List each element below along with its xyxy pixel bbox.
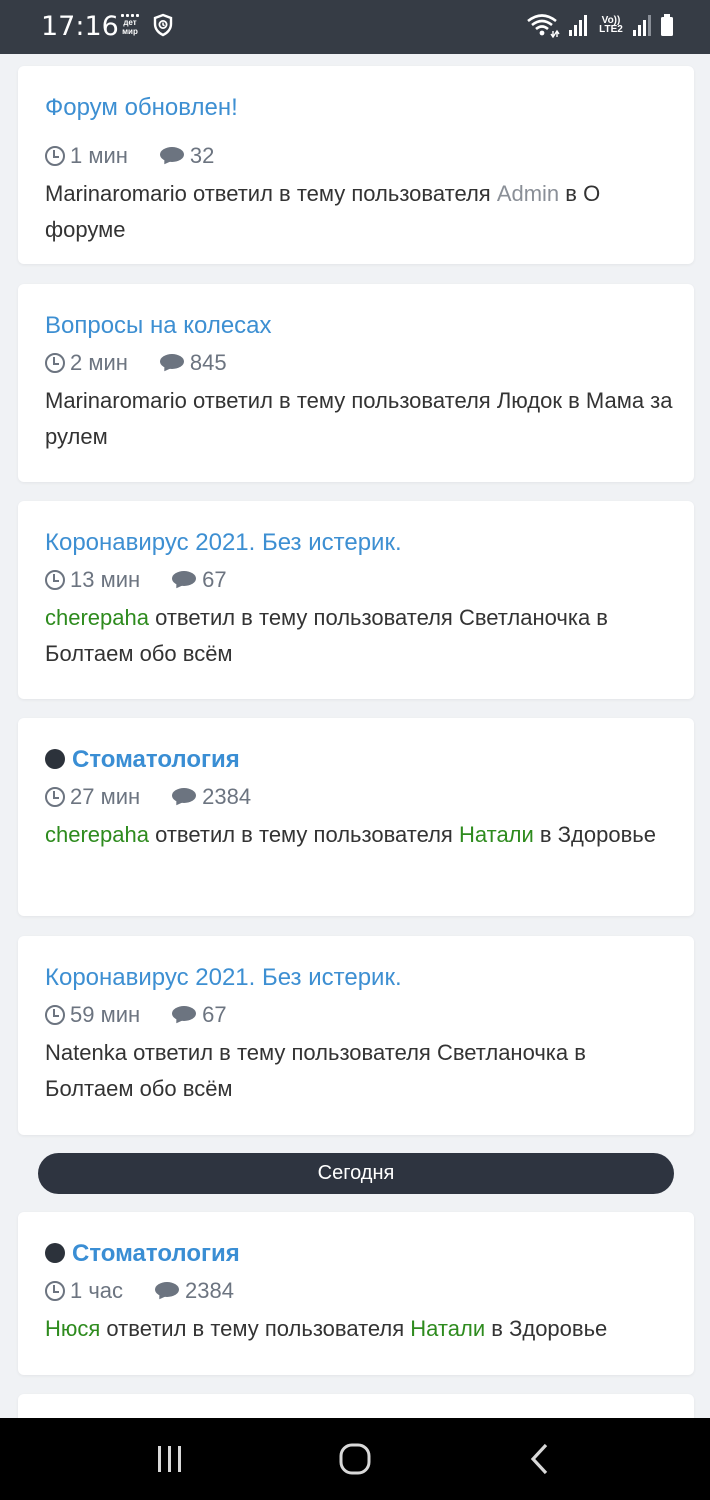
- action-text: ответил в тему пользователя: [148, 605, 459, 630]
- time-ago: 2 мин: [70, 350, 128, 375]
- topic-title-link[interactable]: Стоматология: [45, 746, 240, 774]
- list-item[interactable]: Стоматология 1 час 2384 Нюся ответил в т…: [18, 1212, 694, 1375]
- comment-count: 67: [202, 1002, 227, 1027]
- back-icon: [530, 1443, 548, 1475]
- pinned-dot-icon: [45, 749, 65, 769]
- author-link[interactable]: Marinaromario: [45, 388, 187, 413]
- activity-description: Natenka ответил в тему пользователя Свет…: [45, 1035, 675, 1107]
- in-text: в: [561, 388, 586, 413]
- time-ago: 1 мин: [70, 143, 128, 168]
- wifi-icon: [527, 14, 560, 38]
- carrier-badge-line2: мир: [122, 27, 138, 36]
- recent-apps-icon: [158, 1446, 181, 1472]
- author-link[interactable]: Marinaromario: [45, 181, 187, 206]
- home-icon: [339, 1443, 371, 1475]
- clock-icon: [45, 146, 65, 166]
- list-item[interactable]: [18, 1394, 694, 1418]
- topic-user-link[interactable]: Светланочка: [459, 605, 590, 630]
- comment-icon: [172, 788, 197, 806]
- activity-description: Marinaromario ответил в тему пользовател…: [45, 383, 675, 455]
- clock-icon: [45, 570, 65, 590]
- author-link[interactable]: Нюся: [45, 1316, 100, 1341]
- status-bar: 17:16 дет мир Vo)) LTE2: [0, 0, 710, 54]
- in-text: в: [559, 181, 584, 206]
- author-link[interactable]: Natenka: [45, 1040, 127, 1065]
- topic-user-link[interactable]: Натали: [459, 822, 534, 847]
- forum-link[interactable]: Здоровье: [558, 822, 656, 847]
- comment-icon: [159, 147, 184, 165]
- topic-user-link[interactable]: Admin: [497, 181, 559, 206]
- clock-icon: [45, 1281, 65, 1301]
- clock-icon: [45, 787, 65, 807]
- comment-count: 2384: [202, 784, 252, 809]
- topic-title-link[interactable]: Стоматология: [45, 1240, 240, 1268]
- pinned-dot-icon: [45, 1243, 65, 1263]
- action-text: ответил в тему пользователя: [100, 1316, 411, 1341]
- author-link[interactable]: cherepaha: [45, 822, 149, 847]
- in-text: в: [485, 1316, 510, 1341]
- topic-user-link[interactable]: Светланочка: [437, 1040, 568, 1065]
- action-text: ответил в тему пользователя: [126, 1040, 437, 1065]
- date-divider: Сегодня: [38, 1153, 674, 1194]
- topic-title-link[interactable]: Коронавирус 2021. Без истерик.: [45, 964, 402, 992]
- forum-link[interactable]: Болтаем обо всём: [45, 1076, 233, 1101]
- status-time: 17:16: [41, 11, 119, 42]
- topic-user-link[interactable]: Людок: [497, 388, 562, 413]
- clock-icon: [45, 1005, 65, 1025]
- recent-apps-button[interactable]: [120, 1418, 220, 1500]
- comment-count: 2384: [185, 1278, 234, 1303]
- topic-title-link[interactable]: Коронавирус 2021. Без истерик.: [45, 529, 402, 557]
- author-link[interactable]: cherepaha: [45, 605, 149, 630]
- activity-feed[interactable]: Форум обновлен! 1 мин 32 Marinaromario о…: [0, 54, 710, 1418]
- list-item[interactable]: Коронавирус 2021. Без истерик. 13 мин 67…: [18, 501, 694, 699]
- time-ago: 1 час: [70, 1278, 124, 1303]
- in-text: в: [590, 605, 608, 630]
- forum-link[interactable]: Здоровье: [509, 1316, 607, 1341]
- shield-icon: [153, 13, 173, 37]
- network-label-line2: LTE2: [599, 24, 623, 35]
- list-item[interactable]: Вопросы на колесах 2 мин 845 Marinaromar…: [18, 284, 694, 482]
- activity-description: cherepaha ответил в тему пользователя На…: [45, 817, 675, 853]
- list-item[interactable]: Форум обновлен! 1 мин 32 Marinaromario о…: [18, 66, 694, 264]
- comment-icon: [172, 571, 197, 589]
- topic-title-text: Стоматология: [72, 746, 240, 773]
- activity-description: cherepaha ответил в тему пользователя Св…: [45, 600, 675, 672]
- topic-user-link[interactable]: Натали: [410, 1316, 485, 1341]
- comment-count: 32: [189, 143, 215, 168]
- clock-icon: [45, 353, 65, 373]
- activity-description: Marinaromario ответил в тему пользовател…: [45, 176, 675, 248]
- time-ago: 13 мин: [70, 567, 141, 592]
- topic-title-text: Стоматология: [72, 1240, 240, 1267]
- comment-icon: [155, 1282, 180, 1300]
- comment-icon: [159, 354, 184, 372]
- action-text: ответил в тему пользователя: [186, 388, 497, 413]
- action-text: ответил в тему пользователя: [148, 822, 459, 847]
- topic-title-link[interactable]: Форум обновлен!: [45, 94, 238, 122]
- list-item[interactable]: Стоматология 27 мин 2384 cherepaha ответ…: [18, 718, 694, 916]
- comment-count: 67: [202, 567, 227, 592]
- network-label: Vo)) LTE2: [598, 16, 624, 35]
- comment-count: 845: [189, 350, 227, 375]
- carrier-badge-line1: дет: [123, 18, 137, 27]
- in-text: в: [568, 1040, 586, 1065]
- action-text: ответил в тему пользователя: [186, 181, 497, 206]
- activity-description: Нюся ответил в тему пользователя Натали …: [45, 1311, 675, 1347]
- battery-icon: [661, 14, 673, 36]
- topic-title-link[interactable]: Вопросы на колесах: [45, 312, 272, 340]
- signal-icon-2: [633, 15, 651, 36]
- carrier-badge-icon: дет мир: [118, 14, 142, 36]
- in-text: в: [533, 822, 558, 847]
- forum-link[interactable]: Болтаем обо всём: [45, 641, 233, 666]
- list-item[interactable]: Коронавирус 2021. Без истерик. 59 мин 67…: [18, 936, 694, 1135]
- signal-icon: [569, 15, 587, 36]
- home-button[interactable]: [305, 1418, 405, 1500]
- time-ago: 59 мин: [70, 1002, 141, 1027]
- back-button[interactable]: [490, 1418, 590, 1500]
- time-ago: 27 мин: [70, 784, 141, 809]
- comment-icon: [172, 1006, 197, 1024]
- system-nav-bar: [0, 1418, 710, 1500]
